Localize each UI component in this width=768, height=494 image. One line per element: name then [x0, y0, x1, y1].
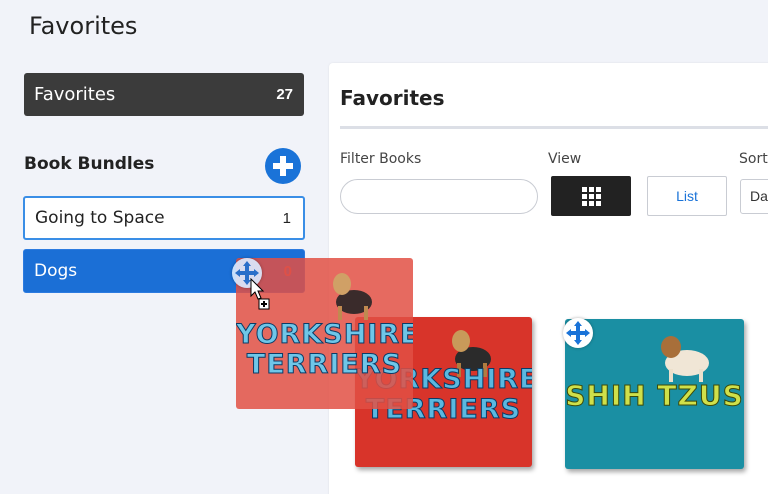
cursor-copy-icon	[250, 278, 270, 310]
sidebar-item-favorites[interactable]: Favorites 27	[24, 73, 304, 116]
sidebar-item-label: Favorites	[34, 84, 116, 105]
panel-title: Favorites	[340, 86, 445, 110]
bundle-count: 1	[282, 209, 291, 227]
bundle-label: Dogs	[34, 261, 78, 281]
filter-books-label: Filter Books	[340, 151, 422, 167]
book-title: SHIH TZUS	[565, 379, 744, 413]
sort-label: Sort	[739, 151, 768, 167]
grid-icon	[582, 187, 601, 206]
page-title: Favorites	[29, 12, 138, 40]
grid-view-button[interactable]	[551, 176, 631, 216]
list-view-button[interactable]: List	[647, 176, 727, 216]
drag-ghost-title: YORKSHIRE TERRIERS	[236, 319, 413, 380]
plus-circle-icon	[273, 156, 293, 176]
bundle-going-to-space[interactable]: Going to Space 1	[23, 196, 305, 240]
move-arrows-icon[interactable]	[563, 318, 593, 348]
sort-select[interactable]: Da	[740, 179, 768, 214]
view-label: View	[548, 151, 582, 167]
add-bundle-button[interactable]	[265, 148, 301, 184]
book-bundles-heading: Book Bundles	[24, 154, 155, 174]
favorites-count: 27	[276, 86, 293, 103]
filter-books-input[interactable]	[340, 179, 538, 214]
bundle-label: Going to Space	[35, 208, 165, 228]
dog-illustration	[661, 336, 709, 382]
dog-illustration	[333, 273, 372, 320]
divider	[340, 126, 768, 129]
